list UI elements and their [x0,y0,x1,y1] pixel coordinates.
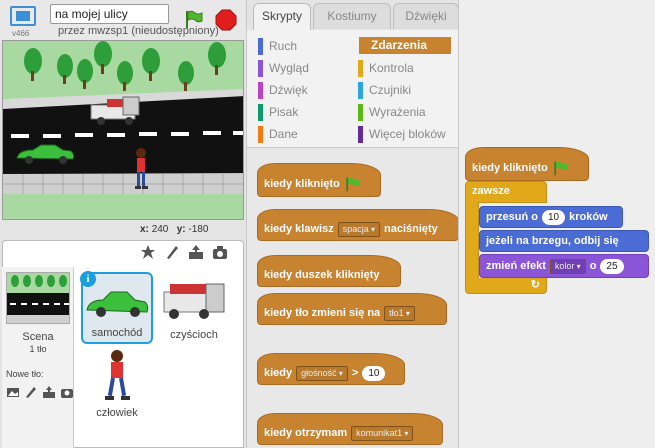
upload-backdrop-icon[interactable] [42,385,56,399]
sprite-name: czyścioch [170,329,218,341]
block-change-effect[interactable]: zmień efekt kolor o 25 [479,254,649,278]
stage-label: Scena [22,331,54,343]
category-motion[interactable]: Ruch [257,38,349,55]
camera-backdrop-icon[interactable] [60,385,74,399]
category-data[interactable]: Dane [257,126,349,143]
y-label: y: [176,224,186,235]
tab-scripts[interactable]: Skrypty [253,3,311,31]
sweeper-thumbnail [163,283,225,319]
green-flag-icon [554,161,568,176]
backdrop-library-icon[interactable] [6,385,20,399]
sprite-tile-czyscioch[interactable]: czyścioch [158,272,230,344]
block-label: kiedy kliknięto [264,178,340,190]
block-when-i-receive[interactable]: kiedy otrzymam komunikat1 [257,413,443,445]
category-sensing[interactable]: Czujniki [357,82,449,99]
category-more-blocks[interactable]: Więcej bloków [357,126,449,143]
scripts-area[interactable]: kiedy kliknięto zawsze ↻ przesuń o 10 kr… [458,0,655,448]
threshold-input[interactable]: 10 [362,365,386,381]
car-thumbnail [86,291,149,317]
script-hat-when-flag-clicked[interactable]: kiedy kliknięto [465,147,589,181]
green-flag-icon [346,177,360,192]
stage-canvas[interactable] [2,40,244,220]
version-label: v466 [12,29,30,38]
block-label: zmień efekt [486,260,546,272]
backdrop-dropdown[interactable]: tło1 [384,305,415,321]
block-when-backdrop-switches[interactable]: kiedy tło zmieni się na tło1 [257,293,447,325]
block-when-flag-clicked[interactable]: kiedy kliknięto [257,163,381,197]
category-looks[interactable]: Wygląd [257,60,349,77]
category-list: Ruch Zdarzenia Wygląd Kontrola Dźwięk Cz… [247,30,459,148]
block-label: kiedy otrzymam [264,427,348,439]
effect-dropdown[interactable]: kolor [549,258,586,274]
stage-header: v466 przez mwzsp1 (nieudostępniony) [0,0,246,40]
green-flag-icon[interactable] [183,9,203,29]
new-backdrop-tools [6,385,74,399]
y-value: -180 [188,224,209,235]
choose-sprite-from-library-icon[interactable] [140,244,156,260]
stage-thumbnail-column: Scena 1 tło Nowe tło: [2,267,74,448]
steps-input[interactable]: 10 [541,209,566,225]
block-when-key-pressed[interactable]: kiedy klawisz spacja naciśnięty [257,209,459,241]
category-sound[interactable]: Dźwięk [257,82,349,99]
block-label: kiedy [264,367,293,379]
block-when-sprite-clicked[interactable]: kiedy duszek kliknięty [257,255,401,287]
paint-backdrop-icon[interactable] [24,385,38,399]
category-events[interactable]: Zdarzenia [359,37,451,54]
forever-block-top[interactable]: zawsze [465,181,547,203]
upload-sprite-icon[interactable] [188,244,204,260]
key-dropdown[interactable]: spacja [337,221,380,237]
block-label: jeżeli na brzegu, odbij się [486,235,619,247]
sensor-dropdown[interactable]: głośność [296,365,348,381]
block-bounce-on-edge[interactable]: jeżeli na brzegu, odbij się [479,230,649,252]
stage-scene [3,41,243,219]
block-label-suffix: kroków [569,211,608,223]
sprite-name: samochód [91,327,143,339]
forever-label: zawsze [472,185,510,197]
category-pen[interactable]: Pisak [257,104,349,121]
x-value: 240 [151,224,169,235]
x-label: x: [140,224,149,235]
sprite-toolbar [140,244,228,264]
sprite-name: człowiek [96,407,138,419]
block-label-suffix: naciśnięty [383,223,438,235]
effect-value-input[interactable]: 25 [600,258,624,274]
tab-costumes[interactable]: Kostiumy [313,3,391,29]
sprite-tile-samochod[interactable]: i samochód [80,271,153,344]
block-label-by: o [589,260,597,272]
block-palette: Skrypty Kostiumy Dźwięki Ruch Zdarzenia … [246,0,459,448]
block-label: kiedy kliknięto [472,162,548,174]
block-label: kiedy tło zmieni się na [264,307,381,319]
sprite-tile-czlowiek[interactable]: człowiek [81,346,153,422]
fullscreen-icon[interactable] [10,6,36,26]
block-label: kiedy duszek kliknięty [264,269,380,281]
block-label: przesuń o [486,211,538,223]
project-title-input[interactable] [50,4,169,24]
loop-arrow-icon: ↻ [530,279,540,291]
new-backdrop-label: Nowe tło: [6,369,44,379]
greater-than-symbol: > [351,367,359,379]
message-dropdown[interactable]: komunikat1 [351,425,414,441]
stop-icon[interactable] [215,9,237,31]
palette-blocks-area: kiedy kliknięto kiedy klawisz spacja nac… [247,149,459,448]
stage-thumbnail[interactable] [6,272,70,324]
stage-thumbnail-image [7,273,69,323]
forever-block-arm [465,202,479,278]
person-thumbnail [105,350,130,400]
camera-sprite-icon[interactable] [212,244,228,260]
tab-sounds[interactable]: Dźwięki [393,3,459,29]
paint-sprite-icon[interactable] [164,244,180,260]
block-when-greater-than[interactable]: kiedy głośność > 10 [257,353,405,385]
forever-block-bottom: ↻ [465,278,547,294]
category-control[interactable]: Kontrola [357,60,449,77]
stage-backdrop-count: 1 tło [29,344,47,354]
mouse-coordinates: x: 240 y: -180 [140,224,208,235]
category-operators[interactable]: Wyrażenia [357,104,449,121]
block-label: kiedy klawisz [264,223,334,235]
block-move-steps[interactable]: przesuń o 10 kroków [479,206,623,228]
